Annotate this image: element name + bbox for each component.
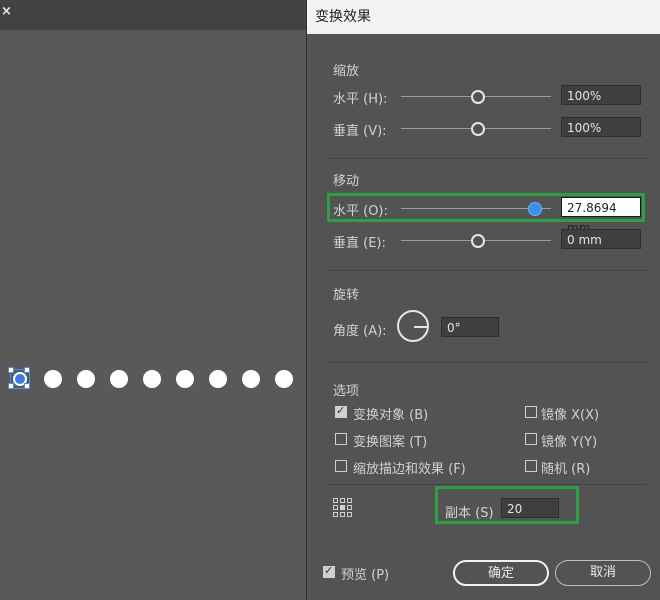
transform-effect-dialog: 变换效果 缩放 水平 (H): 100% 垂直 (V): 100% 移动 水平 … <box>306 0 660 600</box>
transform-patterns-label: 变换图案 (T) <box>353 435 428 450</box>
circle-copy[interactable] <box>77 370 95 388</box>
random-label: 随机 (R) <box>541 462 591 477</box>
circle-copy[interactable] <box>110 370 128 388</box>
circle-copy[interactable] <box>44 370 62 388</box>
scale-vertical-slider[interactable] <box>401 122 551 136</box>
scale-vertical-input[interactable]: 100% <box>561 117 641 137</box>
ok-button[interactable]: 确定 <box>453 560 549 586</box>
selection-handle[interactable] <box>8 367 14 373</box>
slider-knob[interactable] <box>471 122 485 136</box>
rotation-dial[interactable] <box>397 310 429 342</box>
scale-horizontal-slider[interactable] <box>401 90 551 104</box>
rotate-section-label: 旋转 <box>333 288 360 303</box>
selected-circle-object[interactable] <box>8 367 30 389</box>
selection-handle[interactable] <box>24 367 30 373</box>
slider-knob[interactable] <box>528 202 542 216</box>
circle-copy[interactable] <box>209 370 227 388</box>
close-icon[interactable]: × <box>1 4 12 19</box>
scale-horizontal-input[interactable]: 100% <box>561 85 641 105</box>
scale-strokes-checkbox[interactable] <box>335 460 347 472</box>
move-horizontal-label: 水平 (O): <box>333 204 388 219</box>
circle-copy[interactable] <box>242 370 260 388</box>
preview-label: 预览 (P) <box>341 568 390 583</box>
scale-section-label: 缩放 <box>333 64 360 79</box>
options-section-label: 选项 <box>333 384 360 399</box>
transform-objects-checkbox[interactable] <box>335 404 347 418</box>
move-horizontal-input[interactable]: 27.8694 mm <box>561 197 641 235</box>
scale-strokes-label: 缩放描边和效果 (F) <box>353 462 466 477</box>
reference-point-locator-icon[interactable] <box>333 498 353 518</box>
cancel-button[interactable]: 取消 <box>555 560 651 586</box>
artboard-canvas[interactable] <box>0 30 306 600</box>
preview-checkbox[interactable] <box>323 564 335 578</box>
document-tab-bar: × <box>0 0 306 30</box>
copies-label: 副本 (S) <box>445 506 494 521</box>
divider <box>327 362 647 363</box>
divider <box>327 484 647 485</box>
reflect-x-label: 镜像 X(X) <box>541 408 600 423</box>
rotate-angle-input[interactable]: 0° <box>441 317 499 337</box>
dialog-title: 变换效果 <box>307 0 660 34</box>
scale-vertical-label: 垂直 (V): <box>333 124 387 139</box>
reflect-x-checkbox[interactable] <box>525 406 537 418</box>
move-section-label: 移动 <box>333 174 360 189</box>
slider-knob[interactable] <box>471 90 485 104</box>
transform-patterns-checkbox[interactable] <box>335 433 347 445</box>
selection-handle[interactable] <box>24 383 30 389</box>
circle-copy[interactable] <box>275 370 293 388</box>
divider <box>327 270 647 271</box>
random-checkbox[interactable] <box>525 460 537 472</box>
divider <box>327 158 647 159</box>
rotation-dial-needle <box>414 326 428 328</box>
move-horizontal-slider[interactable] <box>401 202 551 216</box>
reflect-y-label: 镜像 Y(Y) <box>541 435 598 450</box>
circle-copy[interactable] <box>143 370 161 388</box>
scale-horizontal-label: 水平 (H): <box>333 92 388 107</box>
rotate-angle-label: 角度 (A): <box>333 324 387 339</box>
reflect-y-checkbox[interactable] <box>525 433 537 445</box>
circle-copy[interactable] <box>176 370 194 388</box>
copies-input[interactable]: 20 <box>501 498 559 518</box>
move-vertical-slider[interactable] <box>401 234 551 248</box>
slider-knob[interactable] <box>471 234 485 248</box>
transform-objects-label: 变换对象 (B) <box>353 408 429 423</box>
move-vertical-label: 垂直 (E): <box>333 236 386 251</box>
selection-handle[interactable] <box>8 383 14 389</box>
move-vertical-input[interactable]: 0 mm <box>561 229 641 249</box>
